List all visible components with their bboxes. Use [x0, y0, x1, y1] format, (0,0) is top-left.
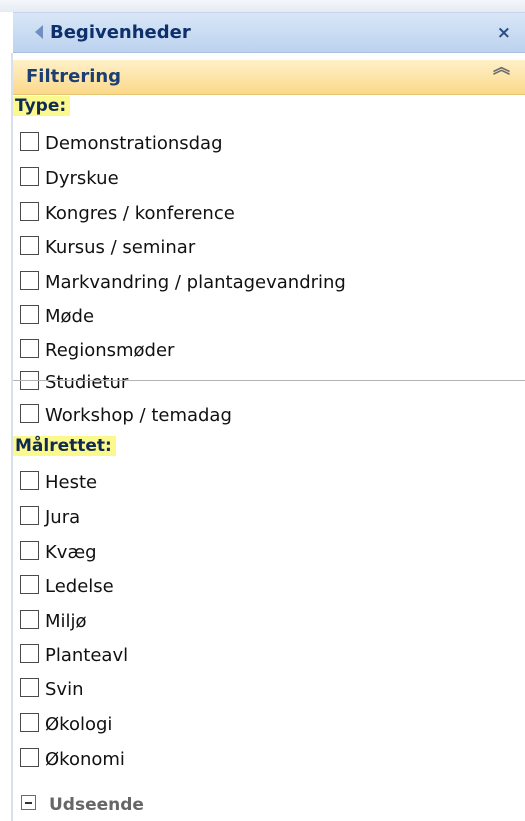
checkbox[interactable] — [20, 339, 39, 358]
checkbox[interactable] — [20, 167, 39, 186]
checkbox-label: Kursus / seminar — [45, 237, 196, 258]
checkbox-label: Planteavl — [45, 645, 129, 666]
panel-titlebar: Begivenheder × — [13, 12, 525, 53]
checkbox-label: Møde — [45, 306, 95, 327]
checkbox[interactable] — [20, 506, 39, 525]
checkbox[interactable] — [20, 305, 39, 324]
checkbox-label: Svin — [45, 679, 84, 700]
checkbox-label: Miljø — [45, 611, 87, 632]
checkbox[interactable] — [20, 678, 39, 697]
checkbox-label: Ledelse — [45, 576, 114, 597]
checkbox-label: Demonstrationsdag — [45, 133, 223, 154]
checkbox-label: Økologi — [45, 714, 113, 735]
checkbox[interactable] — [20, 271, 39, 290]
checkbox-label: Jura — [45, 507, 81, 528]
filter-title: Filtrering — [26, 66, 122, 87]
close-icon[interactable]: × — [497, 23, 511, 43]
type-section-label: Type: — [13, 96, 71, 116]
checkbox[interactable] — [20, 404, 39, 423]
checkbox[interactable] — [20, 610, 39, 629]
checkbox-label: Markvandring / plantagevandring — [45, 272, 346, 293]
checkbox-label: Kongres / konference — [45, 203, 235, 224]
checkbox-label: Studietur — [45, 372, 129, 393]
filter-header[interactable]: Filtrering ︽ — [13, 60, 525, 95]
checkbox[interactable] — [20, 748, 39, 767]
target-section-label: Målrettet: — [13, 436, 116, 456]
checkbox[interactable] — [20, 132, 39, 151]
divider — [13, 380, 525, 381]
collapse-up-icon[interactable]: ︽ — [493, 60, 510, 77]
checkbox[interactable] — [20, 236, 39, 255]
checkbox-label: Økonomi — [45, 749, 125, 770]
checkbox-label: Regionsmøder — [45, 340, 175, 361]
checkbox-label: Heste — [45, 472, 98, 493]
appearance-section-label[interactable]: Udseende — [49, 795, 144, 815]
checkbox[interactable] — [20, 202, 39, 221]
checkbox[interactable] — [20, 644, 39, 663]
collapse-minus-icon[interactable] — [21, 795, 36, 810]
checkbox[interactable] — [20, 471, 39, 490]
checkbox-label: Workshop / temadag — [45, 405, 232, 426]
checkbox[interactable] — [20, 541, 39, 560]
minus-glyph — [25, 802, 32, 804]
checkbox-label: Kvæg — [45, 542, 97, 563]
checkbox-label: Dyrskue — [45, 168, 119, 189]
collapse-arrow-icon[interactable] — [35, 25, 43, 39]
checkbox[interactable] — [20, 713, 39, 732]
checkbox[interactable] — [20, 575, 39, 594]
window-top-strip — [0, 0, 525, 12]
panel-title: Begivenheder — [50, 22, 191, 43]
